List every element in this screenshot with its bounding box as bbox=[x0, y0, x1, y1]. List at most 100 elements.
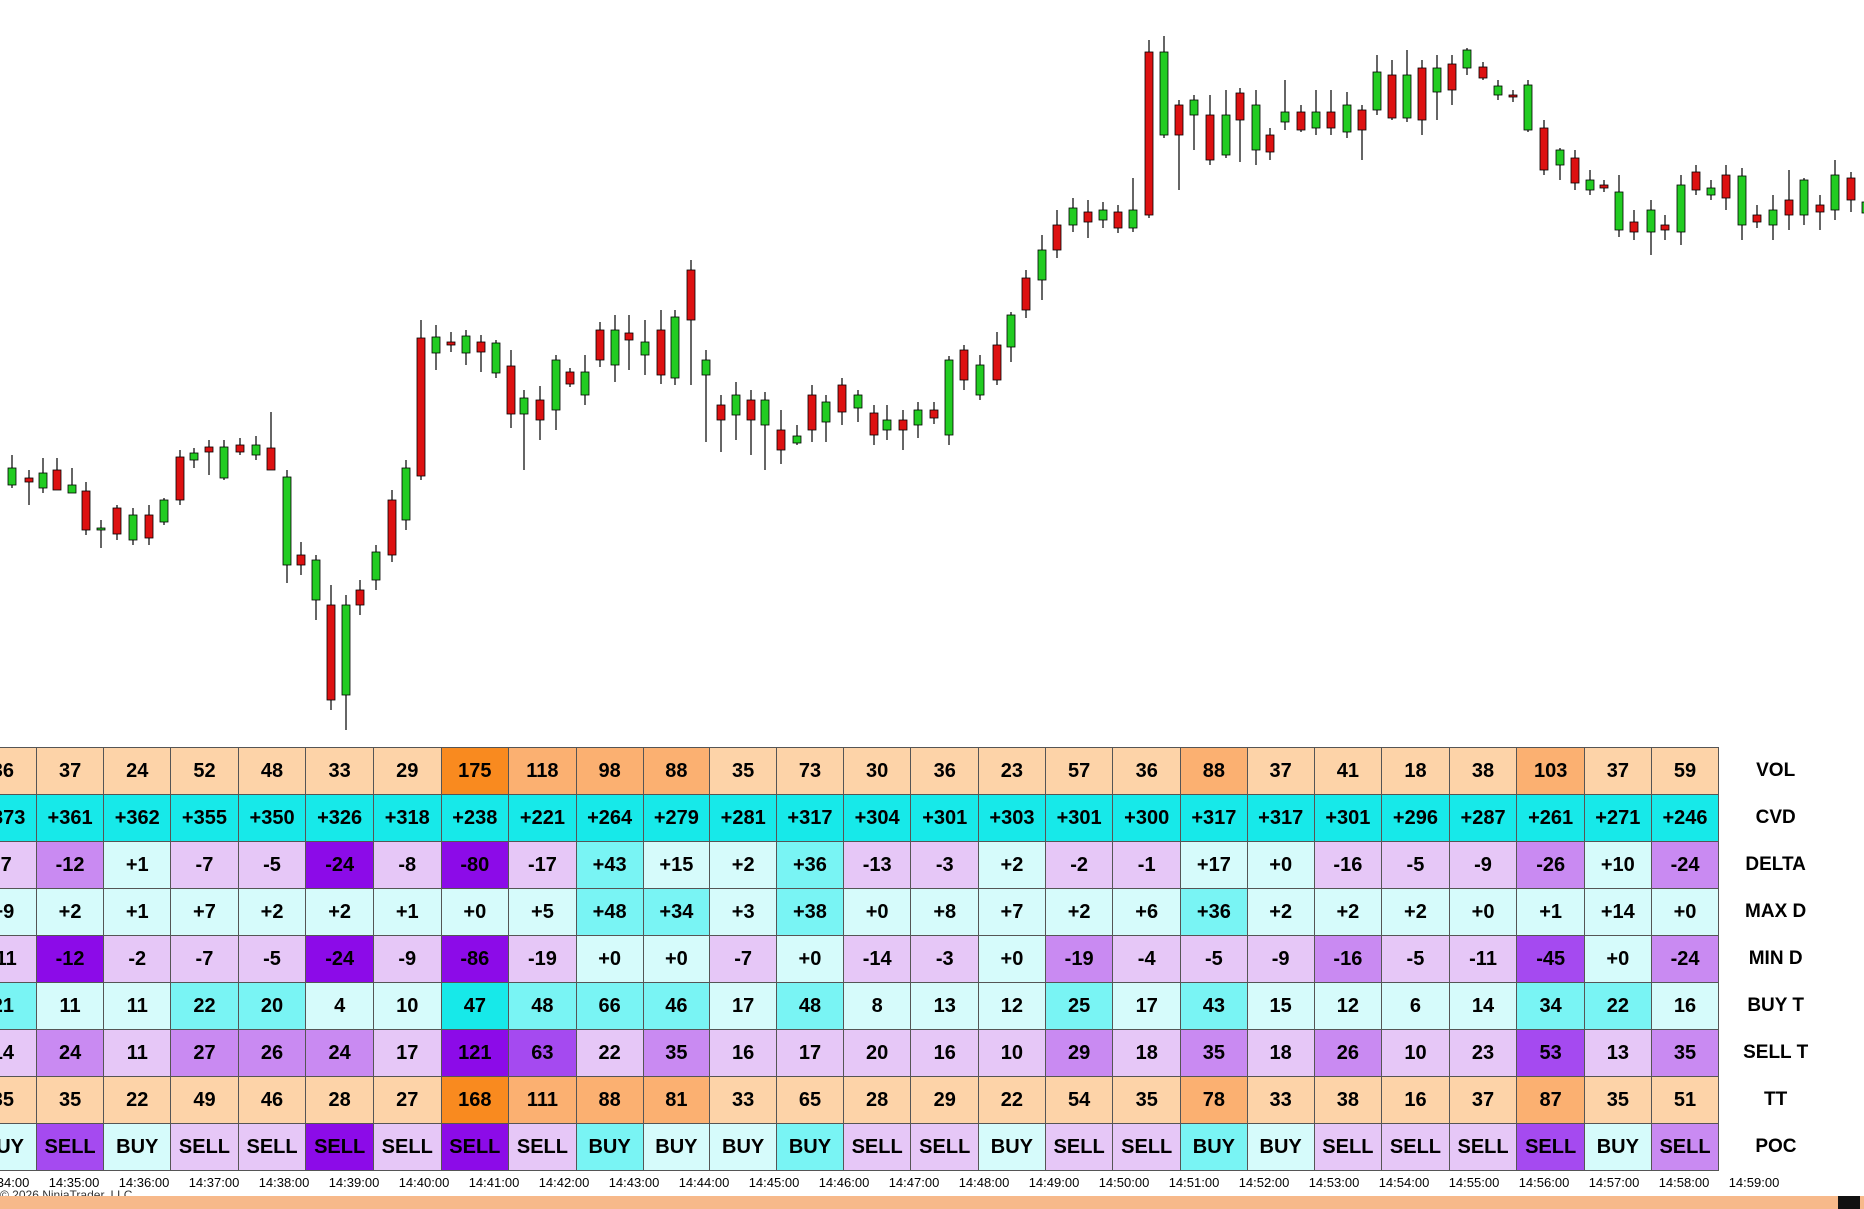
time-tick-label: 14:41:00 bbox=[468, 1175, 520, 1190]
candle-body bbox=[959, 349, 969, 381]
table-cell: 38 bbox=[1448, 747, 1518, 795]
table-cell: BUY bbox=[1180, 1123, 1248, 1171]
table-cell: SELL bbox=[237, 1123, 307, 1171]
candle bbox=[1646, 200, 1656, 255]
table-cell: -7 bbox=[709, 935, 778, 983]
candle bbox=[1691, 165, 1701, 195]
candle bbox=[311, 555, 321, 620]
candle bbox=[204, 440, 214, 475]
status-bar bbox=[0, 1196, 1864, 1209]
table-cell: 10 bbox=[978, 1029, 1046, 1077]
table-cell: 6 bbox=[1381, 982, 1450, 1030]
table-cell: -5 bbox=[237, 841, 307, 889]
table-cell: SELL bbox=[372, 1123, 442, 1171]
time-tick-label: 14:50:00 bbox=[1098, 1175, 1150, 1190]
candle bbox=[1523, 80, 1533, 132]
time-tick-label: 14:53:00 bbox=[1308, 1175, 1360, 1190]
candle-body bbox=[640, 341, 650, 356]
candle-body bbox=[1799, 179, 1809, 216]
table-cell: SELL bbox=[440, 1123, 510, 1171]
table-cell: 4 bbox=[305, 982, 374, 1030]
time-tick-label: 14:45:00 bbox=[748, 1175, 800, 1190]
candle bbox=[1068, 198, 1078, 232]
table-cell: 15 bbox=[1246, 982, 1315, 1030]
table-cell: +2 bbox=[1044, 888, 1114, 936]
candle-body bbox=[431, 336, 441, 354]
table-cell: 20 bbox=[237, 982, 307, 1030]
time-tick-label: 14:54:00 bbox=[1378, 1175, 1430, 1190]
candle-body bbox=[1068, 207, 1078, 226]
table-cell: BUY bbox=[1246, 1123, 1315, 1171]
candle-body bbox=[81, 490, 91, 531]
candle-body bbox=[7, 467, 17, 486]
row-label: POC bbox=[1718, 1123, 1833, 1171]
candle-body bbox=[24, 477, 34, 483]
table-cell: -7 bbox=[170, 935, 239, 983]
candle bbox=[159, 498, 169, 525]
candle bbox=[282, 470, 292, 583]
table-cell: +0 bbox=[842, 888, 912, 936]
table-cell: +0 bbox=[440, 888, 510, 936]
candle bbox=[175, 450, 185, 505]
candle bbox=[341, 595, 351, 730]
candle-body bbox=[204, 446, 214, 453]
table-cell: BUY bbox=[709, 1123, 778, 1171]
table-cell: 22 bbox=[978, 1076, 1046, 1124]
table-cell: +1 bbox=[103, 888, 172, 936]
candlestick-chart[interactable] bbox=[0, 0, 1864, 740]
table-cell: SELL bbox=[508, 1123, 577, 1171]
table-cell: +2 bbox=[305, 888, 374, 936]
candle bbox=[869, 405, 879, 445]
candle bbox=[1052, 210, 1062, 258]
candle bbox=[1221, 90, 1231, 158]
table-cell: -80 bbox=[440, 841, 510, 889]
table-cell: 65 bbox=[776, 1076, 844, 1124]
row-label: CVD bbox=[1718, 794, 1833, 842]
candle-body bbox=[1691, 171, 1701, 191]
time-tick-label: 14:42:00 bbox=[538, 1175, 590, 1190]
table-cell: +1 bbox=[1516, 888, 1585, 936]
candle-body bbox=[491, 342, 501, 374]
table-cell: +304 bbox=[842, 794, 912, 842]
candle-body bbox=[1174, 104, 1184, 136]
table-cell: 35 bbox=[642, 1029, 711, 1077]
table-cell: +281 bbox=[709, 794, 778, 842]
table-cell: -5 bbox=[1381, 841, 1450, 889]
candle-body bbox=[1037, 249, 1047, 281]
candle-body bbox=[1815, 204, 1825, 213]
table-cell: -5 bbox=[1180, 935, 1248, 983]
candle bbox=[506, 350, 516, 428]
candle bbox=[1021, 270, 1031, 318]
time-tick-label: 14:39:00 bbox=[328, 1175, 380, 1190]
time-tick-label: 14:59:00 bbox=[1728, 1175, 1780, 1190]
candle bbox=[595, 322, 605, 367]
table-cell: +271 bbox=[1583, 794, 1652, 842]
candle-body bbox=[1599, 184, 1609, 189]
table-cell: 8 bbox=[842, 982, 912, 1030]
table-cell: +303 bbox=[978, 794, 1046, 842]
candle-body bbox=[1083, 211, 1093, 223]
table-cell: +317 bbox=[1246, 794, 1315, 842]
time-tick-label: 14:52:00 bbox=[1238, 1175, 1290, 1190]
candle-body bbox=[371, 551, 381, 581]
table-cell: -45 bbox=[1516, 935, 1585, 983]
table-cell: +2 bbox=[35, 888, 105, 936]
table-cell: SELL bbox=[1381, 1123, 1450, 1171]
candle-body bbox=[929, 409, 939, 419]
table-cell: +326 bbox=[305, 794, 374, 842]
candle bbox=[1144, 40, 1154, 218]
candle-body bbox=[760, 399, 770, 426]
candle bbox=[565, 368, 575, 387]
candle-body bbox=[1326, 111, 1336, 129]
candle-body bbox=[1372, 71, 1382, 111]
table-cell: 11 bbox=[35, 982, 105, 1030]
candle bbox=[371, 545, 381, 590]
table-row-sell-t: 1424112726241712163223516172016102918351… bbox=[0, 1029, 1833, 1077]
candle bbox=[1159, 36, 1169, 138]
table-cell: 17 bbox=[1112, 982, 1181, 1030]
table-row-cvd: +373+361+362+355+350+326+318+238+221+264… bbox=[0, 794, 1833, 842]
table-cell: 36 bbox=[910, 747, 980, 795]
candle bbox=[1585, 170, 1595, 195]
table-cell: 35 bbox=[1112, 1076, 1181, 1124]
candle bbox=[1599, 180, 1609, 192]
